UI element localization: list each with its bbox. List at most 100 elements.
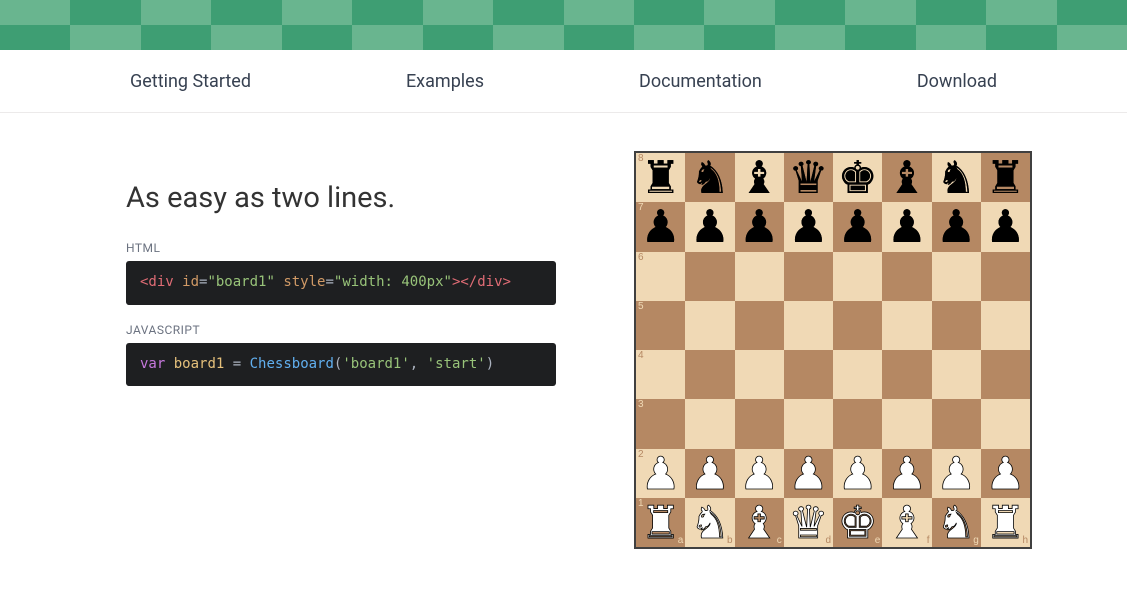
square-e3[interactable] bbox=[833, 399, 882, 448]
piece-bp[interactable]: ♟ bbox=[739, 204, 779, 249]
square-c3[interactable] bbox=[735, 399, 784, 448]
square-g4[interactable] bbox=[932, 350, 981, 399]
piece-bb[interactable]: ♝ bbox=[739, 155, 779, 200]
square-e5[interactable] bbox=[833, 301, 882, 350]
square-a1[interactable]: 1a♜ bbox=[636, 498, 685, 547]
square-a5[interactable]: 5 bbox=[636, 301, 685, 350]
piece-wq[interactable]: ♛ bbox=[788, 500, 828, 545]
square-f8[interactable]: ♝ bbox=[882, 153, 931, 202]
square-g8[interactable]: ♞ bbox=[932, 153, 981, 202]
nav-link-download[interactable]: Download bbox=[917, 71, 997, 92]
square-f6[interactable] bbox=[882, 252, 931, 301]
square-h7[interactable]: ♟ bbox=[981, 202, 1030, 251]
square-h6[interactable] bbox=[981, 252, 1030, 301]
square-b7[interactable]: ♟ bbox=[685, 202, 734, 251]
square-b2[interactable]: ♟ bbox=[685, 449, 734, 498]
piece-bp[interactable]: ♟ bbox=[887, 204, 927, 249]
piece-wp[interactable]: ♟ bbox=[739, 451, 779, 496]
piece-wn[interactable]: ♞ bbox=[936, 500, 976, 545]
square-e2[interactable]: ♟ bbox=[833, 449, 882, 498]
piece-br[interactable]: ♜ bbox=[985, 155, 1025, 200]
piece-bb[interactable]: ♝ bbox=[887, 155, 927, 200]
piece-bn[interactable]: ♞ bbox=[936, 155, 976, 200]
piece-wn[interactable]: ♞ bbox=[690, 500, 730, 545]
piece-bp[interactable]: ♟ bbox=[690, 204, 730, 249]
piece-bp[interactable]: ♟ bbox=[985, 204, 1025, 249]
piece-wb[interactable]: ♝ bbox=[739, 500, 779, 545]
square-f5[interactable] bbox=[882, 301, 931, 350]
square-h2[interactable]: ♟ bbox=[981, 449, 1030, 498]
square-f2[interactable]: ♟ bbox=[882, 449, 931, 498]
square-a2[interactable]: 2♟ bbox=[636, 449, 685, 498]
square-e7[interactable]: ♟ bbox=[833, 202, 882, 251]
square-f3[interactable] bbox=[882, 399, 931, 448]
piece-wp[interactable]: ♟ bbox=[985, 451, 1025, 496]
square-f4[interactable] bbox=[882, 350, 931, 399]
square-d6[interactable] bbox=[784, 252, 833, 301]
piece-wp[interactable]: ♟ bbox=[887, 451, 927, 496]
square-g5[interactable] bbox=[932, 301, 981, 350]
piece-wr[interactable]: ♜ bbox=[640, 500, 680, 545]
square-c7[interactable]: ♟ bbox=[735, 202, 784, 251]
square-h3[interactable] bbox=[981, 399, 1030, 448]
nav-link-examples[interactable]: Examples bbox=[406, 71, 484, 92]
square-c4[interactable] bbox=[735, 350, 784, 399]
square-g6[interactable] bbox=[932, 252, 981, 301]
chessboard[interactable]: 8♜♞♝♛♚♝♞♜7♟♟♟♟♟♟♟♟65432♟♟♟♟♟♟♟♟1a♜b♞c♝d♛… bbox=[634, 151, 1032, 549]
square-g7[interactable]: ♟ bbox=[932, 202, 981, 251]
piece-wb[interactable]: ♝ bbox=[887, 500, 927, 545]
square-b5[interactable] bbox=[685, 301, 734, 350]
piece-bk[interactable]: ♚ bbox=[837, 155, 877, 200]
square-b8[interactable]: ♞ bbox=[685, 153, 734, 202]
piece-bp[interactable]: ♟ bbox=[936, 204, 976, 249]
square-c8[interactable]: ♝ bbox=[735, 153, 784, 202]
square-d7[interactable]: ♟ bbox=[784, 202, 833, 251]
piece-bp[interactable]: ♟ bbox=[788, 204, 828, 249]
piece-wr[interactable]: ♜ bbox=[985, 500, 1025, 545]
piece-wp[interactable]: ♟ bbox=[936, 451, 976, 496]
square-f7[interactable]: ♟ bbox=[882, 202, 931, 251]
square-c2[interactable]: ♟ bbox=[735, 449, 784, 498]
square-e8[interactable]: ♚ bbox=[833, 153, 882, 202]
square-a8[interactable]: 8♜ bbox=[636, 153, 685, 202]
square-a3[interactable]: 3 bbox=[636, 399, 685, 448]
square-d1[interactable]: d♛ bbox=[784, 498, 833, 547]
piece-bp[interactable]: ♟ bbox=[640, 204, 680, 249]
square-g2[interactable]: ♟ bbox=[932, 449, 981, 498]
nav-link-getting-started[interactable]: Getting Started bbox=[130, 71, 251, 92]
square-c5[interactable] bbox=[735, 301, 784, 350]
square-a7[interactable]: 7♟ bbox=[636, 202, 685, 251]
square-d5[interactable] bbox=[784, 301, 833, 350]
square-b1[interactable]: b♞ bbox=[685, 498, 734, 547]
square-d2[interactable]: ♟ bbox=[784, 449, 833, 498]
square-h8[interactable]: ♜ bbox=[981, 153, 1030, 202]
piece-wp[interactable]: ♟ bbox=[788, 451, 828, 496]
square-e6[interactable] bbox=[833, 252, 882, 301]
square-e1[interactable]: e♚ bbox=[833, 498, 882, 547]
square-f1[interactable]: f♝ bbox=[882, 498, 931, 547]
square-d8[interactable]: ♛ bbox=[784, 153, 833, 202]
square-b3[interactable] bbox=[685, 399, 734, 448]
piece-wp[interactable]: ♟ bbox=[640, 451, 680, 496]
square-c6[interactable] bbox=[735, 252, 784, 301]
square-h5[interactable] bbox=[981, 301, 1030, 350]
square-h4[interactable] bbox=[981, 350, 1030, 399]
square-a4[interactable]: 4 bbox=[636, 350, 685, 399]
square-b6[interactable] bbox=[685, 252, 734, 301]
piece-wp[interactable]: ♟ bbox=[690, 451, 730, 496]
square-d3[interactable] bbox=[784, 399, 833, 448]
square-d4[interactable] bbox=[784, 350, 833, 399]
nav-link-documentation[interactable]: Documentation bbox=[639, 71, 762, 92]
square-h1[interactable]: h♜ bbox=[981, 498, 1030, 547]
square-g1[interactable]: g♞ bbox=[932, 498, 981, 547]
square-b4[interactable] bbox=[685, 350, 734, 399]
square-g3[interactable] bbox=[932, 399, 981, 448]
square-a6[interactable]: 6 bbox=[636, 252, 685, 301]
piece-bq[interactable]: ♛ bbox=[788, 155, 828, 200]
square-c1[interactable]: c♝ bbox=[735, 498, 784, 547]
square-e4[interactable] bbox=[833, 350, 882, 399]
piece-bp[interactable]: ♟ bbox=[837, 204, 877, 249]
piece-br[interactable]: ♜ bbox=[640, 155, 680, 200]
piece-bn[interactable]: ♞ bbox=[690, 155, 730, 200]
piece-wk[interactable]: ♚ bbox=[837, 500, 877, 545]
